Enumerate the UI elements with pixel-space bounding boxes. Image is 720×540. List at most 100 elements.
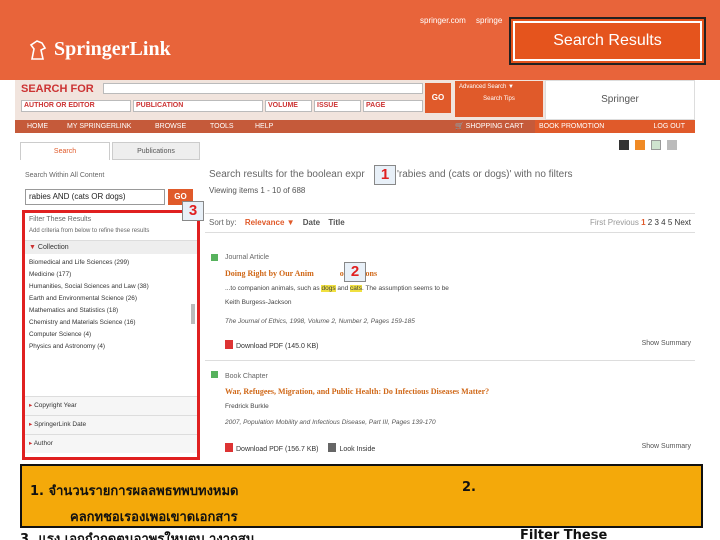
collection-item[interactable]: Medicine (177): [29, 269, 193, 281]
search-for-input[interactable]: [103, 83, 423, 94]
sort-label: Sort by:: [209, 218, 237, 227]
collection-scrollbar[interactable]: [191, 304, 195, 324]
save-icon[interactable]: [619, 140, 629, 150]
download-pdf-link[interactable]: Download PDF (145.0 KB): [225, 340, 318, 350]
shopping-cart-link[interactable]: 🛒 SHOPPING CART: [455, 120, 524, 133]
download-pdf-label: Download PDF (156.7 KB): [236, 446, 319, 453]
search-form: SEARCH FOR AUTHOR OR EDITOR PUBLICATION …: [15, 80, 695, 120]
pager-page-4[interactable]: 4: [661, 218, 665, 227]
cart-label: SHOPPING CART: [465, 123, 524, 130]
pager-first[interactable]: First: [590, 218, 606, 227]
search-within-label: Search Within All Content: [25, 172, 105, 179]
nav-home[interactable]: HOME: [27, 120, 48, 133]
look-inside-link[interactable]: Look Inside: [328, 443, 376, 453]
collection-item[interactable]: Physics and Astronomy (4): [29, 341, 193, 353]
tab-search[interactable]: Search: [20, 142, 110, 160]
result-authors[interactable]: Fredrick Burkle: [225, 403, 269, 410]
export-icon[interactable]: [651, 140, 661, 150]
facet-author[interactable]: Author: [25, 434, 197, 453]
pager-page-2[interactable]: 2: [648, 218, 652, 227]
springer-brand-box: Springer: [545, 80, 695, 120]
pager-previous[interactable]: Previous: [608, 218, 639, 227]
facet-springerlink-date[interactable]: SpringerLink Date: [25, 415, 197, 434]
download-pdf-link[interactable]: Download PDF (156.7 KB) Look Inside: [225, 443, 375, 453]
top-link-springer-2[interactable]: springe: [476, 16, 502, 25]
collection-item[interactable]: Earth and Environmental Science (26): [29, 293, 193, 305]
result-snippet: ...to companion animals, such as dogs an…: [225, 285, 449, 292]
nav-tools[interactable]: TOOLS: [210, 120, 234, 133]
note-line-3-right: Filter These: [520, 528, 608, 540]
snippet-highlight: cats: [350, 285, 362, 292]
result-authors[interactable]: Keith Burgess-Jackson: [225, 299, 291, 306]
sort-date[interactable]: Date: [303, 218, 320, 227]
note-line-2: คลกทชอเรองเพอเขาดเอกสาร: [70, 510, 238, 525]
pagination: First Previous 1 2 3 4 5 Next: [590, 214, 691, 232]
search-within-input[interactable]: rabies AND (cats OR dogs): [25, 189, 165, 205]
collection-item[interactable]: Chemistry and Materials Science (16): [29, 317, 193, 329]
rss-icon[interactable]: [635, 140, 645, 150]
main-nav: HOME MY SPRINGERLINK BROWSE TOOLS HELP 🛒…: [15, 120, 695, 133]
search-tips-link[interactable]: Search Tips: [455, 93, 543, 105]
collection-item[interactable]: Biomedical and Life Sciences (299): [29, 257, 193, 269]
collection-facet-header[interactable]: ▼ Collection: [25, 240, 197, 254]
sort-relevance[interactable]: Relevance ▼: [245, 218, 295, 227]
annotation-note: 1. จำนวนรายการผลลพธทพบทงหมด 2. คลกทชอเรอ…: [20, 464, 703, 528]
cart-icon: 🛒: [455, 123, 464, 130]
results-panel: Search results for the boolean expr n 'ra…: [205, 135, 695, 465]
collection-item[interactable]: Mathematics and Statistics (18): [29, 305, 193, 317]
facet-copyright-year[interactable]: Copyright Year: [25, 396, 197, 415]
search-go-button[interactable]: GO: [425, 83, 451, 113]
tab-publications[interactable]: Publications: [112, 142, 200, 160]
note-line-3-left: 3. แรง เอกกำกดตนอาพรใหมตบ างากสน: [20, 532, 255, 540]
marker-1: 1: [374, 165, 396, 185]
marker-2: 2: [344, 262, 366, 282]
pager-page-1[interactable]: 1: [641, 218, 645, 227]
nav-browse[interactable]: BROWSE: [155, 120, 186, 133]
pager-page-5[interactable]: 5: [668, 218, 672, 227]
look-inside-label: Look Inside: [339, 446, 376, 453]
snippet-text: . The assumption seems to be: [361, 285, 449, 292]
show-summary-link[interactable]: Show Summary: [642, 340, 691, 347]
result-source: The Journal of Ethics, 1998, Volume 2, N…: [225, 318, 415, 325]
result-source: 2007, Population Mobility and Infectious…: [225, 419, 436, 426]
filter-results-box: Filter These Results Add criteria from b…: [22, 210, 200, 460]
issue-field[interactable]: ISSUE: [314, 100, 361, 112]
logo-text: SpringerLink: [54, 38, 171, 60]
collection-item[interactable]: Computer Science (4): [29, 329, 193, 341]
snippet-text: and: [335, 285, 351, 292]
top-links: springer.com springe: [420, 16, 510, 25]
print-icon[interactable]: [667, 140, 677, 150]
publication-field[interactable]: PUBLICATION: [133, 100, 263, 112]
nav-help[interactable]: HELP: [255, 120, 273, 133]
author-field[interactable]: AUTHOR OR EDITOR: [21, 100, 131, 112]
triangle-down-icon: ▼: [29, 244, 36, 251]
pager-next[interactable]: Next: [675, 218, 691, 227]
filter-heading: Filter These Results: [29, 216, 92, 223]
sort-title[interactable]: Title: [328, 218, 344, 227]
result-title-link[interactable]: War, Refugees, Migration, and Public Hea…: [225, 387, 489, 396]
advanced-search-link[interactable]: Advanced Search ▼: [455, 81, 543, 93]
show-summary-link[interactable]: Show Summary: [642, 443, 691, 450]
marker-3: 3: [182, 201, 204, 221]
left-panel: Search Publications Search Within All Co…: [15, 135, 200, 465]
logout-link[interactable]: LOG OUT: [653, 120, 685, 133]
result-tools: [619, 140, 677, 150]
result-title-start: Doing Right by Our Anim: [225, 269, 314, 278]
promo-area: BOOK PROMOTION LOG OUT: [535, 120, 695, 133]
book-promotion-link[interactable]: BOOK PROMOTION: [539, 120, 604, 133]
results-summary-end: n 'rabies and (cats or dogs)' with no fi…: [388, 169, 573, 180]
pdf-icon: [225, 443, 233, 452]
viewing-count: Viewing items 1 - 10 of 688: [209, 186, 306, 195]
nav-my-springerlink[interactable]: MY SPRINGERLINK: [67, 120, 131, 133]
pager-page-3[interactable]: 3: [654, 218, 658, 227]
springerlink-logo[interactable]: SpringerLink: [28, 38, 171, 61]
result-type: Book Chapter: [225, 373, 268, 380]
volume-field[interactable]: VOLUME: [265, 100, 312, 112]
page-field[interactable]: PAGE: [363, 100, 423, 112]
snippet-highlight: dogs: [321, 285, 336, 292]
pdf-icon: [225, 340, 233, 349]
top-link-springer[interactable]: springer.com: [420, 16, 466, 25]
collection-item[interactable]: Humanities, Social Sciences and Law (38): [29, 281, 193, 293]
note-line-1-right: 2.: [462, 480, 476, 495]
sort-bar: Sort by: Relevance ▼ Date Title First Pr…: [205, 213, 695, 233]
